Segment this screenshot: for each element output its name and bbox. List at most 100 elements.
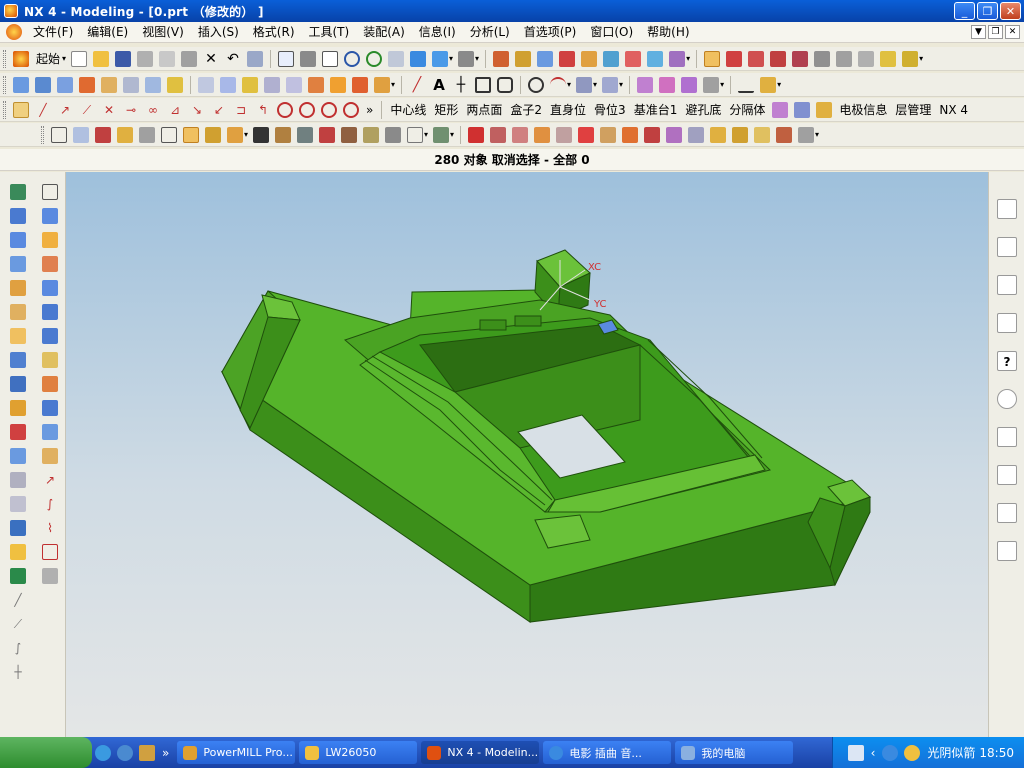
tool-b-icon[interactable] [880,50,897,67]
asm-tool-11-icon[interactable] [275,126,292,143]
asm-tool-7-icon[interactable] [183,126,199,143]
mold-tool-3-icon[interactable] [512,126,529,143]
part-nav-icon[interactable] [515,50,532,67]
text-icon[interactable]: A [431,77,447,93]
curve-12-icon[interactable] [42,448,58,464]
hole-icon[interactable] [79,76,95,93]
asm-tool-14-icon[interactable] [341,126,358,143]
offset-icon[interactable] [308,76,324,93]
pocket-icon[interactable] [123,76,139,93]
electrode-tool-2-icon[interactable] [794,101,811,118]
restore-button[interactable]: ❐ [977,2,998,20]
feature-4-icon[interactable] [10,256,26,272]
curve-6-icon[interactable] [42,304,58,320]
tool-box2[interactable]: 盒子2 [510,101,542,118]
magnify-icon[interactable] [344,50,361,67]
overflow-icon[interactable]: » [366,103,373,117]
curve-2-icon[interactable] [42,208,58,224]
zoom-window-icon[interactable] [300,50,317,67]
sketch-tool-4-icon[interactable]: ⊸ [123,102,139,118]
sketch-line-icon[interactable]: ╱ [35,102,51,118]
menu-help[interactable]: 帮助(H) [640,23,696,41]
sketch-a-icon[interactable]: ╱ [10,592,26,608]
tool-rectangle[interactable]: 矩形 [434,101,458,118]
render-style-icon[interactable] [458,50,475,67]
analysis-icon[interactable] [836,50,853,67]
model-tool-4-icon[interactable] [603,50,620,67]
reorder-icon[interactable] [703,76,720,93]
feature-7-icon[interactable] [10,328,26,344]
mold-tool-6-icon[interactable] [578,126,595,143]
model-tool-6-icon[interactable] [647,50,664,67]
ie-quicklaunch-icon[interactable] [95,744,111,761]
shell-icon[interactable] [242,76,258,93]
model-tool-5-icon[interactable] [625,50,642,67]
trim-icon[interactable] [286,76,302,93]
edit-param-icon[interactable] [659,76,676,93]
asm-tool-9-icon[interactable] [227,126,243,143]
asm-tool-2-icon[interactable] [73,126,89,143]
doc-close-icon[interactable]: ✕ [1005,25,1020,39]
document-icon[interactable] [997,541,1017,561]
assembly-navigator-icon[interactable] [997,199,1017,219]
draft-icon[interactable] [264,76,280,93]
sketch-tool-9-icon[interactable]: ⊐ [233,102,249,118]
minimize-button[interactable]: _ [954,2,975,20]
sketch-c-icon[interactable]: ∫ [10,640,26,656]
circle-tool-2-icon[interactable] [299,101,315,118]
task-kugou[interactable]: 电影 插曲 音... [543,741,672,764]
feature-10-icon[interactable] [10,400,26,416]
info-icon[interactable] [997,427,1017,447]
feature-13-icon[interactable] [10,472,26,488]
polygon-icon[interactable] [497,76,514,93]
asm-tool-4-icon[interactable] [117,126,133,143]
curve-1-icon[interactable] [42,184,58,200]
model-tool-3-icon[interactable] [581,50,598,67]
start-button[interactable]: 起始 [36,50,60,67]
start-icon[interactable] [13,50,29,67]
menu-assembly[interactable]: 装配(A) [356,23,412,41]
menu-insert[interactable]: 插入(S) [191,23,246,41]
sketch-tool-6-icon[interactable]: ⊿ [167,102,183,118]
view-orient-icon[interactable] [432,50,449,67]
paste-icon[interactable] [181,50,198,67]
feature-2-icon[interactable] [10,208,26,224]
open-folder-icon[interactable] [93,50,110,67]
task-powermill[interactable]: PowerMILL Pro... [177,741,296,764]
vector-icon[interactable] [792,50,809,67]
asm-tool-8-icon[interactable] [205,126,221,143]
mold-tool-13-icon[interactable] [732,126,749,143]
asm-tool-5-icon[interactable] [139,126,155,143]
pan-icon[interactable] [388,50,405,67]
line-icon[interactable]: ╱ [409,77,425,93]
curve-11-icon[interactable] [42,424,58,440]
roles-icon[interactable] [997,503,1017,523]
menu-edit[interactable]: 编辑(E) [80,23,135,41]
feature-1-icon[interactable] [10,184,26,200]
point-icon[interactable] [770,50,787,67]
model-tool-2-icon[interactable] [559,50,576,67]
menu-information[interactable]: 信息(I) [412,23,463,41]
sketch-b-icon[interactable]: ⟋ [10,616,26,632]
cut-icon[interactable] [137,50,154,67]
delete-icon[interactable]: ✕ [203,51,219,67]
shaded-view-icon[interactable] [410,50,427,67]
menu-file[interactable]: 文件(F) [26,23,80,41]
kugou-tray-icon[interactable] [882,744,899,761]
mold-tool-9-icon[interactable] [644,126,661,143]
model-tool-7-icon[interactable] [669,50,686,67]
task-nx4[interactable]: NX 4 - Modelin... [421,741,540,764]
feature-5-icon[interactable] [10,280,26,296]
menu-preferences[interactable]: 首选项(P) [517,23,584,41]
surface-2-icon[interactable] [602,76,619,93]
curve-8-icon[interactable] [42,352,58,368]
blend-icon[interactable] [198,76,214,93]
qq-tray-icon[interactable] [904,744,921,761]
electrode-tool-3-icon[interactable] [816,101,833,118]
asm-tool-13-icon[interactable] [319,126,336,143]
feature-16-icon[interactable] [10,544,26,560]
menu-view[interactable]: 视图(V) [135,23,191,41]
hand-icon[interactable] [13,101,29,118]
mold-tool-2-icon[interactable] [490,126,507,143]
feature-12-icon[interactable] [10,448,26,464]
